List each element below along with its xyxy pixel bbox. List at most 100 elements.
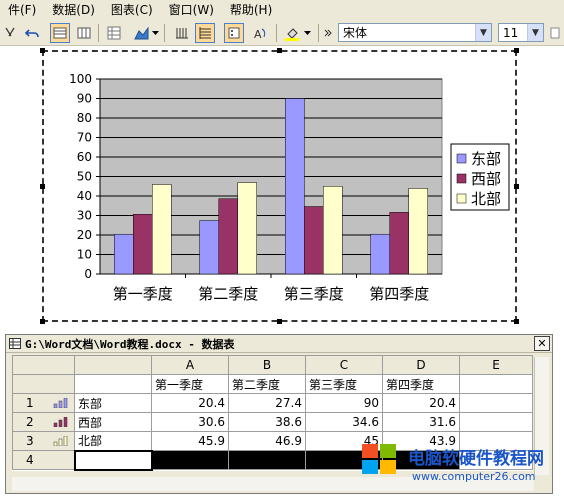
undo-icon[interactable] [22,23,42,43]
row-header[interactable]: 2 [12,412,75,432]
datasheet-titlebar[interactable]: G:\Word文档\Word教程.docx - 数据表 ✕ [6,335,552,353]
table-cell[interactable]: 北部 [74,431,152,451]
cut-icon[interactable] [0,23,20,43]
chart-type-dropdown-icon[interactable] [150,23,160,43]
table-cell[interactable] [459,412,533,432]
y-tick-label: 80 [77,111,92,125]
table-cell[interactable] [459,393,533,413]
menu-data[interactable]: 数据(D) [44,0,103,20]
y-tick-label: 70 [77,131,92,145]
chevron-down-icon[interactable]: ▼ [475,24,491,41]
bar [133,214,153,275]
table-cell[interactable]: 45.9 [151,431,229,451]
row-header[interactable]: 4 [12,450,75,470]
watermark-site-name: 电脑软硬件教程网 [408,449,544,469]
chart-area[interactable]: 0 10 20 30 40 50 60 70 80 90 100 第一季度 第二季度 第三季度 第四季度 东部… [42,50,517,322]
resize-handle[interactable] [277,319,282,324]
bold-icon[interactable] [548,23,562,43]
menu-file[interactable]: 件(F) [0,0,44,20]
menu-window[interactable]: 窗口(W) [161,0,222,20]
bar [218,198,238,275]
fill-color-dropdown-icon[interactable] [302,23,312,43]
by-row-icon[interactable] [50,23,70,43]
font-size-select[interactable]: 11 ▼ [498,23,544,42]
column-header-d[interactable]: D [382,355,460,375]
y-tick-label: 40 [77,189,92,203]
table-cell[interactable]: 27.4 [228,393,306,413]
legend-icon[interactable] [224,23,244,43]
resize-handle[interactable] [40,319,45,324]
close-icon[interactable]: ✕ [534,336,550,351]
bar [370,233,390,275]
row-label-column-header[interactable] [74,355,152,375]
row-header[interactable] [12,374,75,394]
data-table-icon[interactable] [104,23,124,43]
table-cell[interactable]: 第一季度 [151,374,229,394]
resize-handle[interactable] [514,319,519,324]
table-cell[interactable]: 34.6 [305,412,383,432]
bar [152,184,172,275]
by-column-icon[interactable] [74,23,94,43]
y-tick-label: 100 [69,72,92,86]
table-cell[interactable]: 38.6 [228,412,306,432]
table-cell[interactable] [228,450,306,470]
bar [114,233,134,275]
resize-handle[interactable] [514,48,519,53]
bar [304,206,324,275]
watermark-site-url: www.computer26.com [412,470,536,483]
value-gridlines-icon[interactable] [195,23,215,43]
resize-handle[interactable] [514,184,519,189]
column-header-b[interactable]: B [228,355,306,375]
chevron-down-icon[interactable]: ▼ [527,24,543,41]
table-cell[interactable]: 90 [305,393,383,413]
table-cell[interactable] [151,450,229,470]
column-header-c[interactable]: C [305,355,383,375]
menu-help[interactable]: 帮助(H) [222,0,280,20]
bar [408,188,428,275]
resize-handle[interactable] [40,184,45,189]
table-cell[interactable]: 东部 [74,393,152,413]
x-tick-label: 第三季度 [284,285,344,303]
table-cell[interactable]: 20.4 [151,393,229,413]
table-cell[interactable] [74,374,152,394]
table-cell[interactable]: 46.9 [228,431,306,451]
windows-logo-icon [362,444,396,474]
legend-label: 西部 [471,170,501,188]
table-cell[interactable]: 第二季度 [228,374,306,394]
table-row: 第一季度 第二季度 第三季度 第四季度 [12,374,533,394]
fill-color-icon[interactable] [282,23,302,43]
row-header[interactable]: 1 [12,393,75,413]
row-number: 4 [26,453,34,467]
menu-chart[interactable]: 图表(C) [103,0,161,20]
x-tick-label: 第一季度 [113,285,173,303]
table-cell[interactable]: 第四季度 [382,374,460,394]
font-size-value: 11 [503,25,519,40]
menu-bar: 件(F) 数据(D) 图表(C) 窗口(W) 帮助(H) [0,0,564,20]
resize-handle[interactable] [40,48,45,53]
legend-label: 东部 [471,150,501,168]
column-header-a[interactable]: A [151,355,229,375]
toolbar: A 宋体 ▼ 11 ▼ [0,20,564,46]
table-cell[interactable] [73,449,153,471]
column-header-e[interactable]: E [459,355,533,375]
more-buttons-icon[interactable] [322,23,334,43]
table-cell[interactable] [459,374,533,394]
chart-type-icon[interactable] [132,23,152,43]
y-tick-label: 20 [77,228,92,242]
series-chart-icon [53,417,68,427]
table-cell[interactable]: 西部 [74,412,152,432]
table-cell[interactable]: 20.4 [382,393,460,413]
y-tick-label: 50 [77,170,92,184]
font-name-select[interactable]: 宋体 ▼ [338,23,492,42]
category-gridlines-icon[interactable] [172,23,192,43]
row-header[interactable]: 3 [12,431,75,451]
bar [389,212,409,275]
table-cell[interactable]: 30.6 [151,412,229,432]
corner-cell[interactable] [12,355,75,375]
table-row: 2 西部 30.6 38.6 34.6 31.6 [12,412,533,432]
table-cell[interactable]: 31.6 [382,412,460,432]
row-number: 2 [26,415,34,429]
text-rotate-icon[interactable]: A [250,23,270,43]
table-cell[interactable]: 第三季度 [305,374,383,394]
resize-handle[interactable] [277,48,282,53]
